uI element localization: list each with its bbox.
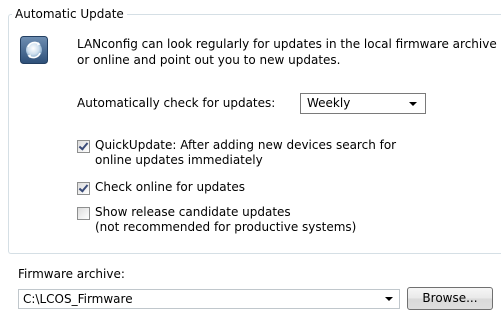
firmware-archive-label: Firmware archive: (18, 267, 125, 281)
groupbox-title: Automatic Update (12, 6, 127, 22)
quickupdate-checkbox[interactable] (77, 140, 90, 153)
check-online-label-line-1: Check online for updates (95, 180, 245, 194)
chevron-down-icon (409, 102, 417, 106)
check-online-label[interactable]: Check online for updates (95, 180, 245, 195)
release-candidate-label-line-2: (not recommended for productive systems) (95, 220, 357, 234)
check-online-checkbox[interactable] (77, 182, 90, 195)
update-description: LANconfig can look regularly for updates… (77, 36, 497, 68)
update-globe-icon (20, 36, 48, 64)
quickupdate-label-line-1: QuickUpdate: After adding new devices se… (95, 138, 397, 152)
update-frequency-value: Weekly (307, 96, 351, 110)
update-description-line-1: LANconfig can look regularly for updates… (77, 37, 497, 51)
quickupdate-label-line-2: online updates immediately (95, 153, 263, 167)
chevron-down-icon[interactable] (385, 297, 393, 301)
release-candidate-label-line-1: Show release candidate updates (95, 205, 291, 219)
release-candidate-label[interactable]: Show release candidate updates (not reco… (95, 205, 356, 235)
auto-check-label: Automatically check for updates: (77, 96, 276, 110)
release-candidate-checkbox[interactable] (77, 207, 90, 220)
browse-button[interactable]: Browse... (407, 287, 493, 310)
update-description-line-2: or online and point out you to new updat… (77, 53, 341, 67)
firmware-archive-path-value: C:\LCOS_Firmware (23, 292, 133, 306)
firmware-archive-path-combobox[interactable]: C:\LCOS_Firmware (18, 289, 400, 309)
update-frequency-select[interactable]: Weekly (300, 93, 426, 114)
quickupdate-label[interactable]: QuickUpdate: After adding new devices se… (95, 138, 396, 168)
